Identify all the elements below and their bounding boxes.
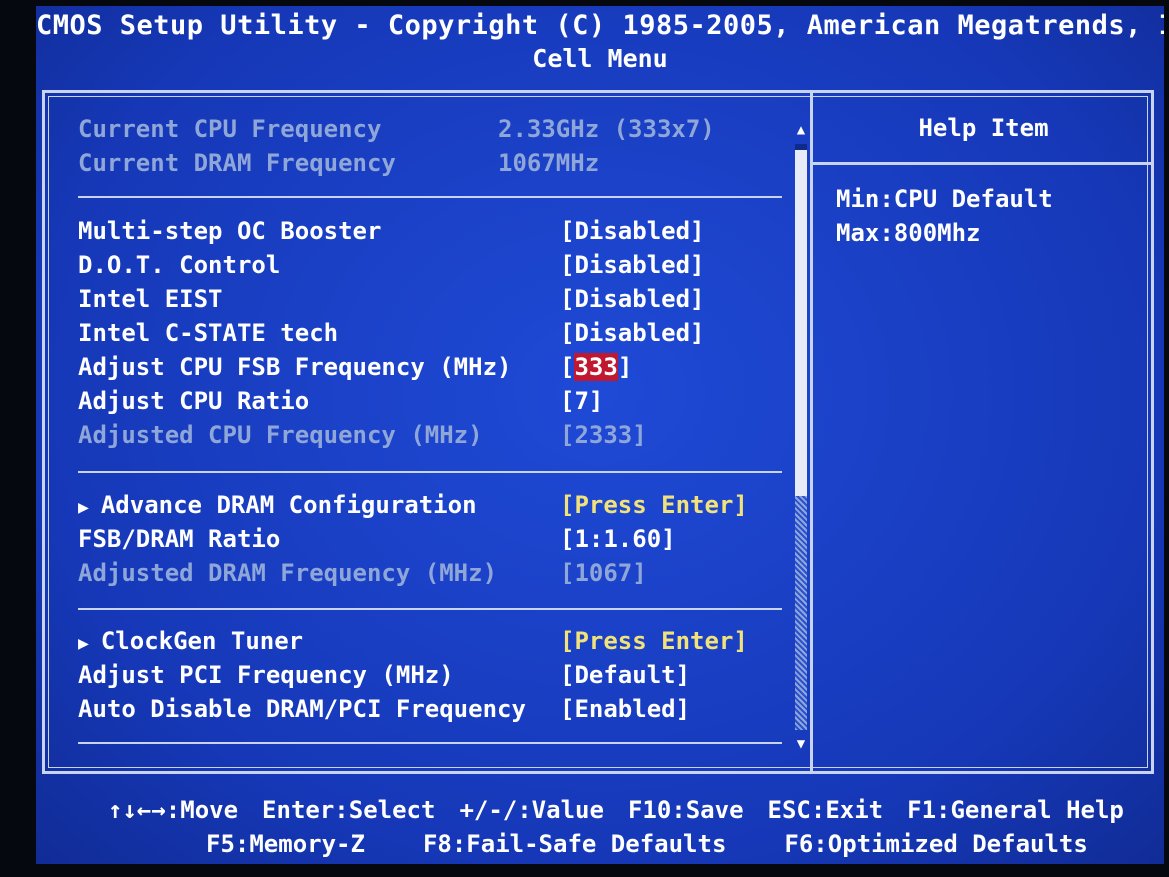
- setting-label: Adjusted DRAM Frequency (MHz): [78, 559, 498, 587]
- setting-value[interactable]: [7]: [560, 384, 603, 418]
- setting-label: Multi-step OC Booster: [78, 217, 382, 245]
- setting-label: Auto Disable DRAM/PCI Frequency: [78, 695, 526, 723]
- submenu-arrow-icon: ▶: [78, 497, 89, 518]
- info-label: Current CPU Frequency: [78, 115, 382, 143]
- setting-label: Intel C-STATE tech: [78, 319, 339, 347]
- help-title: Help Item: [918, 114, 1049, 142]
- key-exit: ESC:Exit: [767, 796, 884, 824]
- key-help-line-1: ↑↓←→:Move Enter:Select +/-/:Value F10:Save E…: [108, 796, 1124, 824]
- setting-label: Adjust CPU Ratio: [78, 387, 310, 415]
- help-divider: [813, 162, 1154, 165]
- setting-label: Adjusted CPU Frequency (MHz): [78, 421, 483, 449]
- key-save: F10:Save: [627, 796, 744, 824]
- key-fail-safe: F8:Fail-Safe Defaults: [422, 830, 727, 858]
- setting-value[interactable]: [Disabled]: [560, 214, 705, 248]
- scroll-down-icon[interactable]: ▼: [793, 736, 809, 752]
- info-value: 2.33GHz (333x7): [498, 115, 715, 143]
- key-memory-z: F5:Memory-Z: [206, 830, 365, 858]
- help-line-max: Max:800Mhz: [836, 219, 981, 247]
- utility-title: CMOS Setup Utility - Copyright (C) 1985-…: [36, 10, 1164, 41]
- setting-label: Intel EIST: [78, 285, 223, 313]
- setting-label: Advance DRAM Configuration: [100, 491, 477, 519]
- panel-divider: [810, 90, 813, 774]
- section-divider: [78, 742, 782, 744]
- setting-value[interactable]: [Disabled]: [560, 282, 705, 316]
- key-move: ↑↓←→:Move: [108, 796, 239, 824]
- bios-screen: CMOS Setup Utility - Copyright (C) 1985-…: [36, 6, 1164, 864]
- setting-value[interactable]: [Disabled]: [560, 248, 705, 282]
- key-optimized: F6:Optimized Defaults: [784, 830, 1088, 858]
- section-divider: [78, 196, 782, 198]
- setting-value[interactable]: [333]: [560, 350, 632, 384]
- submenu-arrow-icon: ▶: [78, 633, 89, 654]
- setting-value[interactable]: [1:1.60]: [560, 522, 676, 556]
- setting-label: FSB/DRAM Ratio: [78, 525, 281, 553]
- menu-title: Cell Menu: [532, 44, 668, 73]
- setting-label: Adjust PCI Frequency (MHz): [78, 661, 454, 689]
- setting-label: ClockGen Tuner: [100, 627, 304, 655]
- key-help-line-2: F5:Memory-Z F8:Fail-Safe Defaults F6:Optim…: [206, 830, 1088, 858]
- setting-value[interactable]: [Press Enter]: [560, 624, 748, 658]
- scrollbar-thumb[interactable]: [795, 150, 807, 496]
- setting-label: D.O.T. Control: [78, 251, 281, 279]
- setting-value[interactable]: [Default]: [560, 658, 690, 692]
- setting-value: [2333]: [560, 421, 647, 449]
- setting-value[interactable]: [Disabled]: [560, 316, 705, 350]
- info-label: Current DRAM Frequency: [78, 149, 396, 177]
- setting-value[interactable]: [Press Enter]: [560, 488, 748, 522]
- scroll-up-icon[interactable]: ▲: [793, 122, 809, 138]
- key-select: Enter:Select: [262, 796, 436, 824]
- help-line-min: Min:CPU Default: [836, 185, 1053, 213]
- bracket-open: [: [560, 353, 575, 381]
- section-divider: [78, 471, 782, 473]
- info-value: 1067MHz: [498, 149, 600, 177]
- selected-value-field[interactable]: 333: [574, 353, 618, 381]
- bracket-close: ]: [617, 353, 633, 381]
- help-text: Min:CPU Default Max:800Mhz: [836, 182, 1053, 250]
- setting-label: Adjust CPU FSB Frequency (MHz): [78, 353, 512, 381]
- scrollbar-track-lower[interactable]: [795, 496, 807, 730]
- key-value: +/-/:Value: [459, 796, 604, 824]
- key-general-help: F1:General Help: [907, 796, 1124, 824]
- section-divider: [78, 608, 782, 610]
- setting-value: [1067]: [560, 559, 647, 587]
- setting-value[interactable]: [Enabled]: [560, 692, 690, 726]
